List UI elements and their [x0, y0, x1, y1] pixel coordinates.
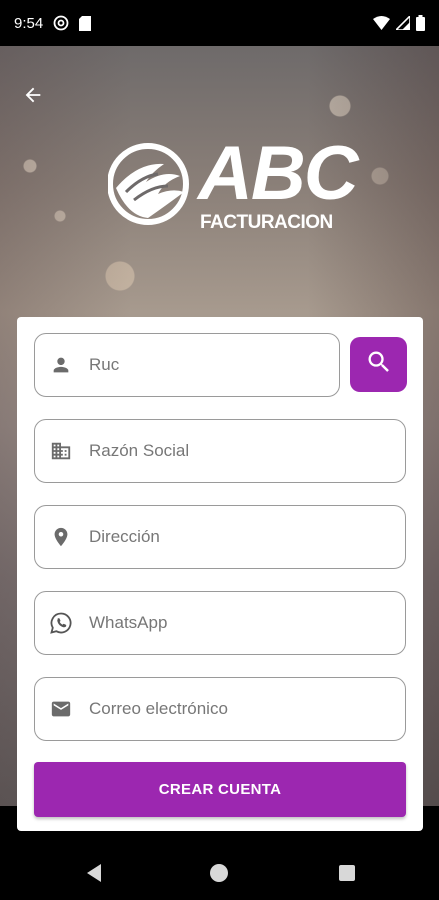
app-logo: ABC FACTURACION [108, 134, 359, 239]
signal-icon [396, 16, 410, 30]
arrow-left-icon [22, 84, 44, 111]
location-pin-icon [49, 525, 73, 549]
sd-card-icon [79, 15, 92, 31]
building-icon [49, 439, 73, 463]
create-account-button[interactable]: CREAR CUENTA [34, 762, 406, 817]
status-bar: 9:54 [0, 0, 439, 46]
mail-icon [49, 697, 73, 721]
person-icon [49, 353, 73, 377]
search-icon [365, 348, 393, 381]
nav-home-icon[interactable] [210, 864, 228, 882]
ruc-field[interactable] [34, 333, 340, 397]
register-form-card: CREAR CUENTA [17, 317, 423, 831]
ruc-input[interactable] [89, 355, 329, 375]
whatsapp-icon [49, 611, 73, 635]
logo-swoosh-icon [108, 143, 189, 225]
correo-input[interactable] [89, 699, 329, 719]
at-sign-icon [53, 15, 69, 31]
search-ruc-button[interactable] [350, 337, 407, 392]
battery-icon [416, 15, 425, 31]
wifi-icon [373, 16, 390, 30]
direccion-input[interactable] [89, 527, 329, 547]
nav-back-icon[interactable] [85, 863, 103, 888]
direccion-field[interactable] [34, 505, 406, 569]
status-time: 9:54 [14, 14, 44, 32]
logo-brand: ABC [198, 131, 359, 216]
razon-social-input[interactable] [89, 441, 329, 461]
razon-social-field[interactable] [34, 419, 406, 483]
back-button[interactable] [20, 84, 46, 110]
logo-tagline: FACTURACION [200, 212, 333, 233]
whatsapp-input[interactable] [89, 613, 329, 633]
correo-field[interactable] [34, 677, 406, 741]
whatsapp-field[interactable] [34, 591, 406, 655]
nav-recent-icon[interactable] [339, 865, 355, 881]
